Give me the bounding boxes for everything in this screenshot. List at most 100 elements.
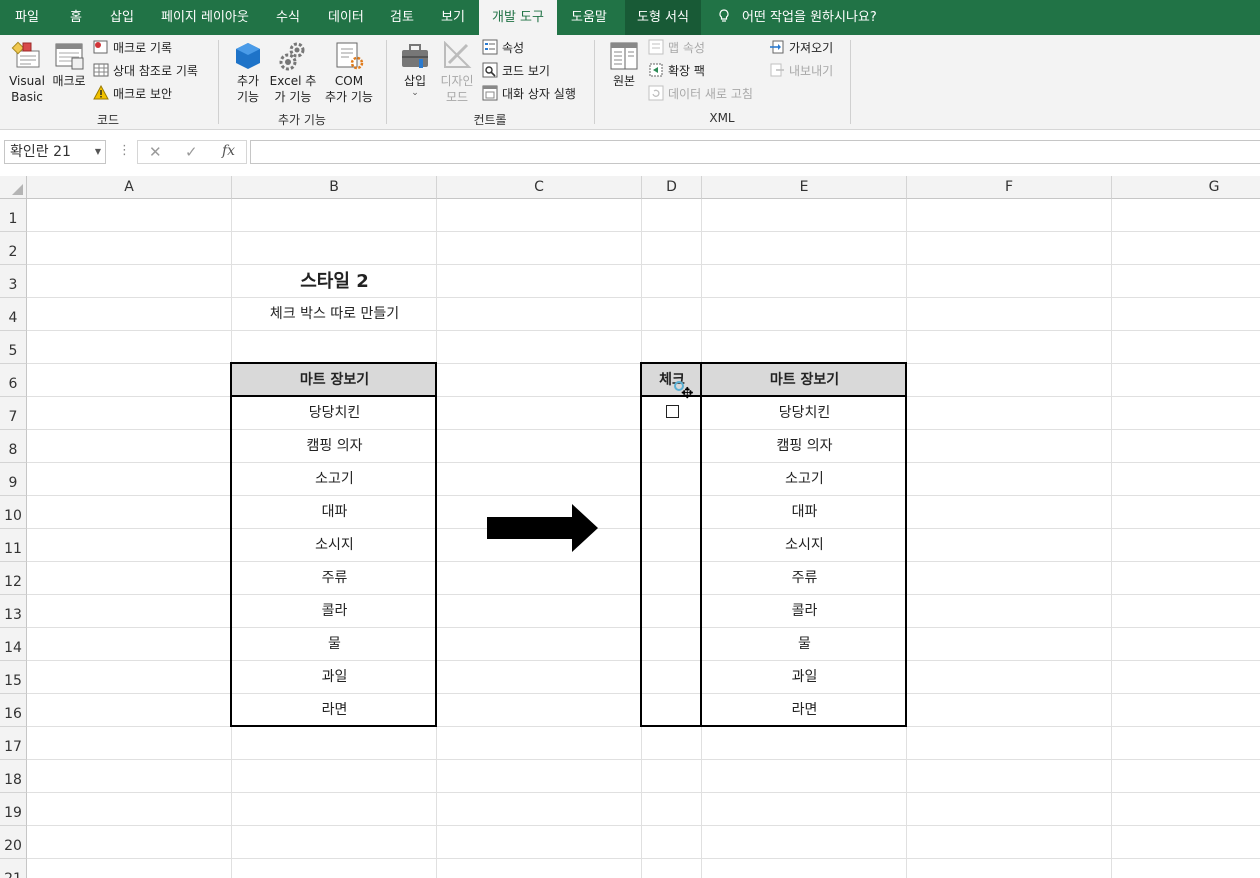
right-table-item[interactable]: 소시지	[702, 529, 907, 562]
row-header-5[interactable]: 5	[0, 331, 27, 364]
row-header-10[interactable]: 10	[0, 496, 27, 529]
excel-addins-label-1: Excel 추	[269, 74, 317, 88]
name-box[interactable]: 확인란 21 ▼	[4, 140, 106, 164]
tab-help[interactable]: 도움말	[571, 0, 607, 35]
column-header-e[interactable]: E	[702, 176, 907, 199]
row-header-14[interactable]: 14	[0, 628, 27, 661]
row-header-21[interactable]: 21	[0, 859, 27, 878]
chevron-down-icon[interactable]: ▼	[95, 141, 101, 163]
row-header-4[interactable]: 4	[0, 298, 27, 331]
sheet-subtitle[interactable]: 체크 박스 따로 만들기	[232, 298, 437, 331]
row-header-17[interactable]: 17	[0, 727, 27, 760]
left-table-header[interactable]: 마트 장보기	[232, 364, 437, 397]
right-table-header[interactable]: 마트 장보기	[702, 364, 907, 397]
right-table-item[interactable]: 대파	[702, 496, 907, 529]
macros-button[interactable]: 매크로	[50, 41, 88, 89]
worksheet-grid[interactable]: A B C D E F G 1 2 3 4 5 6 7 8 9 10 11 12…	[0, 176, 1260, 878]
com-addins-button[interactable]: COM 추가 기능	[322, 41, 376, 105]
design-mode-label-2: 모드	[445, 90, 469, 104]
left-table-item[interactable]: 대파	[232, 496, 437, 529]
right-table-item[interactable]: 물	[702, 628, 907, 661]
column-header-d[interactable]: D	[642, 176, 702, 199]
right-table-item[interactable]: 콜라	[702, 595, 907, 628]
row-header-1[interactable]: 1	[0, 199, 27, 232]
row-header-6[interactable]: 6	[0, 364, 27, 397]
select-all-button[interactable]	[0, 176, 27, 199]
properties-icon	[482, 39, 498, 55]
left-table-item[interactable]: 라면	[232, 694, 437, 727]
tab-review[interactable]: 검토	[390, 0, 414, 35]
insert-function-icon[interactable]: fx	[222, 143, 235, 159]
right-table-item[interactable]: 당당치킨	[702, 397, 907, 430]
tab-view[interactable]: 보기	[441, 0, 465, 35]
left-table-item[interactable]: 당당치킨	[232, 397, 437, 430]
tab-insert[interactable]: 삽입	[110, 0, 134, 35]
addins-button[interactable]: 추가 기능	[228, 41, 268, 105]
left-table-item[interactable]: 소고기	[232, 463, 437, 496]
right-table-item[interactable]: 라면	[702, 694, 907, 727]
xml-source-button[interactable]: 원본	[606, 41, 642, 89]
excel-addins-button[interactable]: Excel 추 가 기능	[269, 41, 317, 105]
expansion-packs-button[interactable]: 확장 팩	[648, 61, 705, 81]
sheet-title[interactable]: 스타일 2	[232, 265, 437, 298]
visual-basic-button[interactable]: Visual Basic	[8, 41, 46, 105]
row-header-13[interactable]: 13	[0, 595, 27, 628]
tab-page-layout[interactable]: 페이지 레이아웃	[161, 0, 249, 35]
record-macro-button[interactable]: 매크로 기록	[93, 38, 172, 58]
enter-check-icon[interactable]: ✓	[185, 143, 198, 161]
left-table-item[interactable]: 물	[232, 628, 437, 661]
formula-bar-grip-icon[interactable]: ⋮	[118, 143, 131, 158]
row-header-11[interactable]: 11	[0, 529, 27, 562]
row-header-16[interactable]: 16	[0, 694, 27, 727]
tab-file[interactable]: 파일	[15, 0, 39, 35]
left-table-item[interactable]: 캠핑 의자	[232, 430, 437, 463]
tab-home[interactable]: 홈	[70, 0, 82, 35]
tab-formulas[interactable]: 수식	[276, 0, 300, 35]
formula-input[interactable]	[250, 140, 1260, 164]
row-header-15[interactable]: 15	[0, 661, 27, 694]
refresh-data-button[interactable]: 데이터 새로 고침	[648, 84, 753, 104]
column-header-f[interactable]: F	[907, 176, 1112, 199]
tab-data[interactable]: 데이터	[328, 0, 364, 35]
ribbon: Visual Basic 매크로 매크로 기록 상대 참조로 기록 매크로 보안…	[0, 35, 1260, 130]
tab-developer[interactable]: 개발 도구	[479, 0, 557, 35]
row-header-3[interactable]: 3	[0, 265, 27, 298]
right-table-item[interactable]: 과일	[702, 661, 907, 694]
right-table-item[interactable]: 주류	[702, 562, 907, 595]
row-header-18[interactable]: 18	[0, 760, 27, 793]
row-header-20[interactable]: 20	[0, 826, 27, 859]
run-dialog-button[interactable]: 대화 상자 실행	[482, 84, 576, 104]
tab-shape-format[interactable]: 도형 서식	[625, 0, 701, 35]
row-header-9[interactable]: 9	[0, 463, 27, 496]
xml-export-button[interactable]: 내보내기	[769, 61, 833, 81]
xml-import-button[interactable]: 가져오기	[769, 38, 833, 58]
row-header-7[interactable]: 7	[0, 397, 27, 430]
column-header-g[interactable]: G	[1112, 176, 1260, 199]
right-table-item[interactable]: 소고기	[702, 463, 907, 496]
row-header-19[interactable]: 19	[0, 793, 27, 826]
checkbox[interactable]	[666, 405, 679, 418]
column-header-a[interactable]: A	[27, 176, 232, 199]
tell-me-search[interactable]: 어떤 작업을 원하시나요?	[718, 0, 877, 35]
right-arrow-shape[interactable]	[486, 502, 600, 554]
left-table-item[interactable]: 콜라	[232, 595, 437, 628]
left-table-item[interactable]: 소시지	[232, 529, 437, 562]
left-table-item[interactable]: 과일	[232, 661, 437, 694]
refresh-data-label: 데이터 새로 고침	[668, 87, 753, 101]
column-header-c[interactable]: C	[437, 176, 642, 199]
row-header-12[interactable]: 12	[0, 562, 27, 595]
insert-control-button[interactable]: 삽입 ⌄	[397, 41, 433, 98]
left-table-item[interactable]: 주류	[232, 562, 437, 595]
warning-icon	[93, 85, 109, 100]
relative-reference-button[interactable]: 상대 참조로 기록	[93, 61, 198, 81]
right-table-item[interactable]: 캠핑 의자	[702, 430, 907, 463]
macro-security-button[interactable]: 매크로 보안	[93, 84, 172, 104]
row-header-8[interactable]: 8	[0, 430, 27, 463]
map-properties-button[interactable]: 맵 속성	[648, 38, 705, 58]
properties-button[interactable]: 속성	[482, 38, 524, 58]
column-header-b[interactable]: B	[232, 176, 437, 199]
view-code-button[interactable]: 코드 보기	[482, 61, 550, 81]
row-header-2[interactable]: 2	[0, 232, 27, 265]
cancel-icon[interactable]: ✕	[149, 143, 162, 161]
design-mode-button[interactable]: 디자인 모드	[437, 41, 477, 105]
